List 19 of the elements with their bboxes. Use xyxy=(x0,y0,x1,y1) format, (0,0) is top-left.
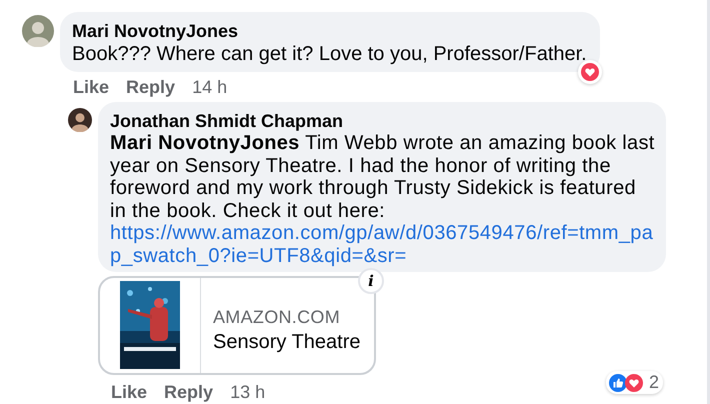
reply-button[interactable]: Reply xyxy=(126,76,176,98)
comment-time: 13 h xyxy=(230,380,266,403)
reaction-badge[interactable] xyxy=(578,60,602,84)
link[interactable]: https://www.amazon.com/gp/aw/d/0367549476/ref=tmm_pap_swatch_0?ie=UTF8&qid=&sr= xyxy=(110,222,656,268)
link-title: Sensory Theatre xyxy=(213,330,360,354)
reply-button[interactable]: Reply xyxy=(164,380,214,403)
author-name[interactable]: Mari NovotnyJones xyxy=(72,20,588,42)
author-name[interactable]: Jonathan Shmidt Chapman xyxy=(110,110,656,132)
reactions-summary[interactable]: 2 xyxy=(606,371,664,394)
comment-text: Mari NovotnyJones Tim Webb wrote an amazing book last year on Sensory Theatre. I had the honor of writing the foreword and my work through Trusty Sidekick is featured in the book. Check it out here: xyxy=(110,132,656,222)
comment-text: Book??? Where can get it? Love to you, Professor/Father. xyxy=(72,42,588,66)
like-button[interactable]: Like xyxy=(73,76,110,98)
reaction-count: 2 xyxy=(649,372,660,393)
comment-time: 14 h xyxy=(192,76,228,98)
thumbs-up-reaction-icon xyxy=(608,372,628,392)
avatar[interactable] xyxy=(68,108,92,132)
like-button[interactable]: Like xyxy=(111,380,148,403)
heart-reaction-icon xyxy=(624,372,644,392)
link-domain: AMAZON.COM xyxy=(213,306,341,328)
